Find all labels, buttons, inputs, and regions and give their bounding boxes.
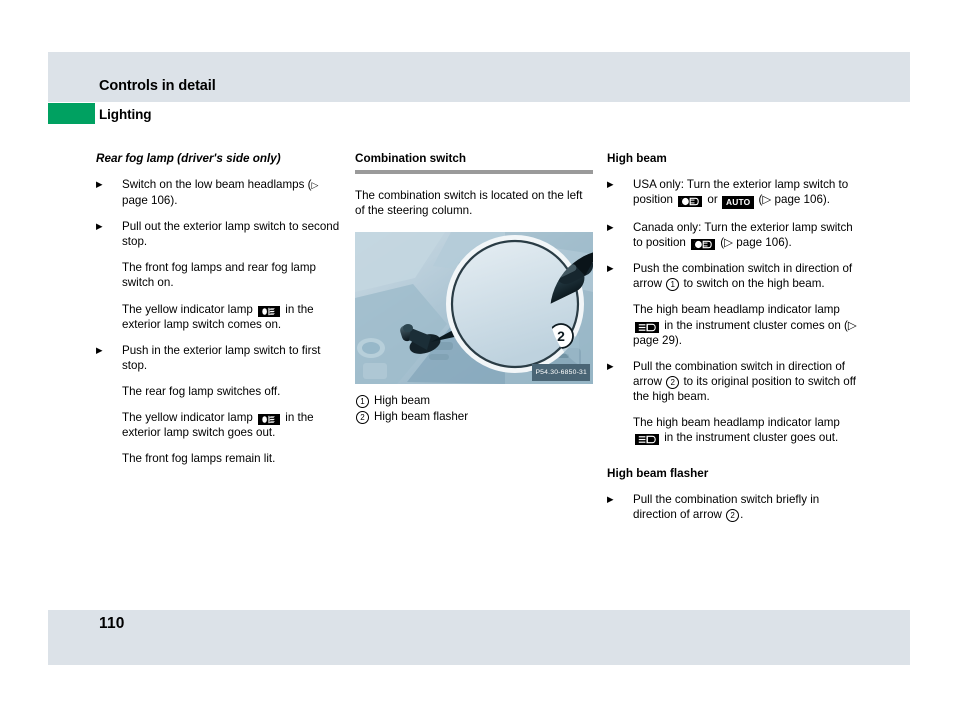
list-item-suffix: (▷ page 106). bbox=[717, 236, 792, 250]
result-text-suffix: in the instrument cluster comes on (▷ pa… bbox=[633, 318, 857, 347]
middle-column-heading: Combination switch bbox=[355, 152, 467, 165]
left-column-heading: Rear fog lamp (driver's side only) bbox=[96, 152, 281, 165]
result-text-prefix: The yellow indicator lamp bbox=[122, 411, 257, 425]
list-item: Pull the combination switch briefly in d… bbox=[607, 492, 857, 523]
low-beam-icon bbox=[678, 196, 703, 208]
arrow-callout-number: 1 bbox=[666, 278, 680, 292]
list-item: Canada only: Turn the exterior lamp swit… bbox=[607, 220, 857, 251]
high-beam-icon bbox=[635, 434, 659, 446]
result-text-prefix: The high beam headlamp indicator lamp bbox=[633, 303, 840, 317]
result-text: The rear fog lamp switches off. bbox=[96, 384, 344, 399]
chapter-title: Lighting bbox=[99, 107, 152, 122]
list-item-text: Push in the exterior lamp switch to firs… bbox=[122, 343, 321, 372]
photo-id-label: P54.30-6850-31 bbox=[532, 364, 590, 382]
middle-column: Combination switch The combination switc… bbox=[355, 152, 593, 424]
list-item-suffix: . bbox=[740, 508, 744, 522]
rear-fog-lamp-icon bbox=[258, 305, 281, 317]
page-number: 110 bbox=[99, 615, 125, 632]
result-text: The high beam headlamp indicator lamp in… bbox=[607, 415, 857, 446]
result-text-label: The front fog lamps remain lit. bbox=[122, 452, 276, 466]
result-text: The high beam headlamp indicator lamp in… bbox=[607, 302, 857, 347]
right-column: High beam USA only: Turn the exterior la… bbox=[607, 152, 857, 533]
legend-number: 1 bbox=[356, 395, 369, 409]
result-text: The yellow indicator lamp in the exterio… bbox=[96, 410, 344, 440]
legend-item: 2 High beam flasher bbox=[355, 409, 593, 425]
result-text-label: The rear fog lamp switches off. bbox=[122, 384, 281, 398]
illustration-graphic: 1 2 bbox=[355, 232, 593, 385]
list-item: Switch on the low beam headlamps ( page … bbox=[96, 177, 344, 208]
svg-text:2: 2 bbox=[557, 328, 565, 344]
list-item: Pull the combination switch in direction… bbox=[607, 359, 857, 404]
result-text-prefix: The yellow indicator lamp bbox=[122, 302, 257, 316]
left-column: Rear fog lamp (driver's side only) Switc… bbox=[96, 152, 344, 477]
result-text-prefix: The high beam headlamp indicator lamp bbox=[633, 416, 840, 430]
list-item-text: Switch on the low beam headlamps ( bbox=[122, 178, 312, 191]
result-text-suffix: in the instrument cluster goes out. bbox=[661, 431, 839, 445]
header-bar bbox=[48, 52, 910, 102]
arrow-callout-number: 2 bbox=[726, 509, 740, 523]
page-ref-icon bbox=[311, 178, 318, 191]
figure-legend: 1 High beam 2 High beam flasher bbox=[355, 393, 593, 424]
legend-label: High beam flasher bbox=[374, 409, 469, 423]
intro-paragraph: The combination switch is located on the… bbox=[355, 189, 583, 218]
list-item: Push in the exterior lamp switch to firs… bbox=[96, 343, 344, 373]
arrow-callout-number: 2 bbox=[666, 375, 680, 389]
page-section-title: Controls in detail bbox=[99, 78, 216, 94]
low-beam-icon bbox=[691, 239, 716, 251]
heading-rule bbox=[355, 170, 593, 174]
legend-label: High beam bbox=[374, 394, 431, 408]
list-item-mid: or bbox=[704, 193, 721, 207]
legend-item: 1 High beam bbox=[355, 393, 593, 409]
result-text: The yellow indicator lamp in the exterio… bbox=[96, 302, 344, 332]
list-item-suffix: (▷ page 106). bbox=[755, 193, 830, 207]
combination-switch-illustration: 1 2 P54.30-6850-31 bbox=[355, 232, 593, 385]
right-column-heading-high-beam-flasher: High beam flasher bbox=[607, 467, 709, 481]
list-item-text: Pull out the exterior lamp switch to sec… bbox=[122, 220, 340, 249]
list-item: Pull out the exterior lamp switch to sec… bbox=[96, 219, 344, 249]
list-item: Push the combination switch in direction… bbox=[607, 261, 857, 292]
chapter-color-tab bbox=[48, 103, 95, 124]
list-item-pageref: page 106). bbox=[122, 194, 178, 208]
result-text-label: The front fog lamps and rear fog lamp sw… bbox=[122, 261, 316, 290]
right-column-heading-high-beam: High beam bbox=[607, 152, 667, 165]
high-beam-icon bbox=[635, 321, 659, 333]
rear-fog-lamp-icon bbox=[258, 414, 281, 426]
list-item-suffix: to switch on the high beam. bbox=[680, 277, 825, 291]
result-text: The front fog lamps and rear fog lamp sw… bbox=[96, 260, 344, 290]
result-text: The front fog lamps remain lit. bbox=[96, 451, 344, 466]
list-item: USA only: Turn the exterior lamp switch … bbox=[607, 177, 857, 210]
auto-icon: AUTO bbox=[721, 196, 755, 210]
legend-number: 2 bbox=[356, 410, 369, 424]
footer-bar bbox=[48, 610, 910, 665]
